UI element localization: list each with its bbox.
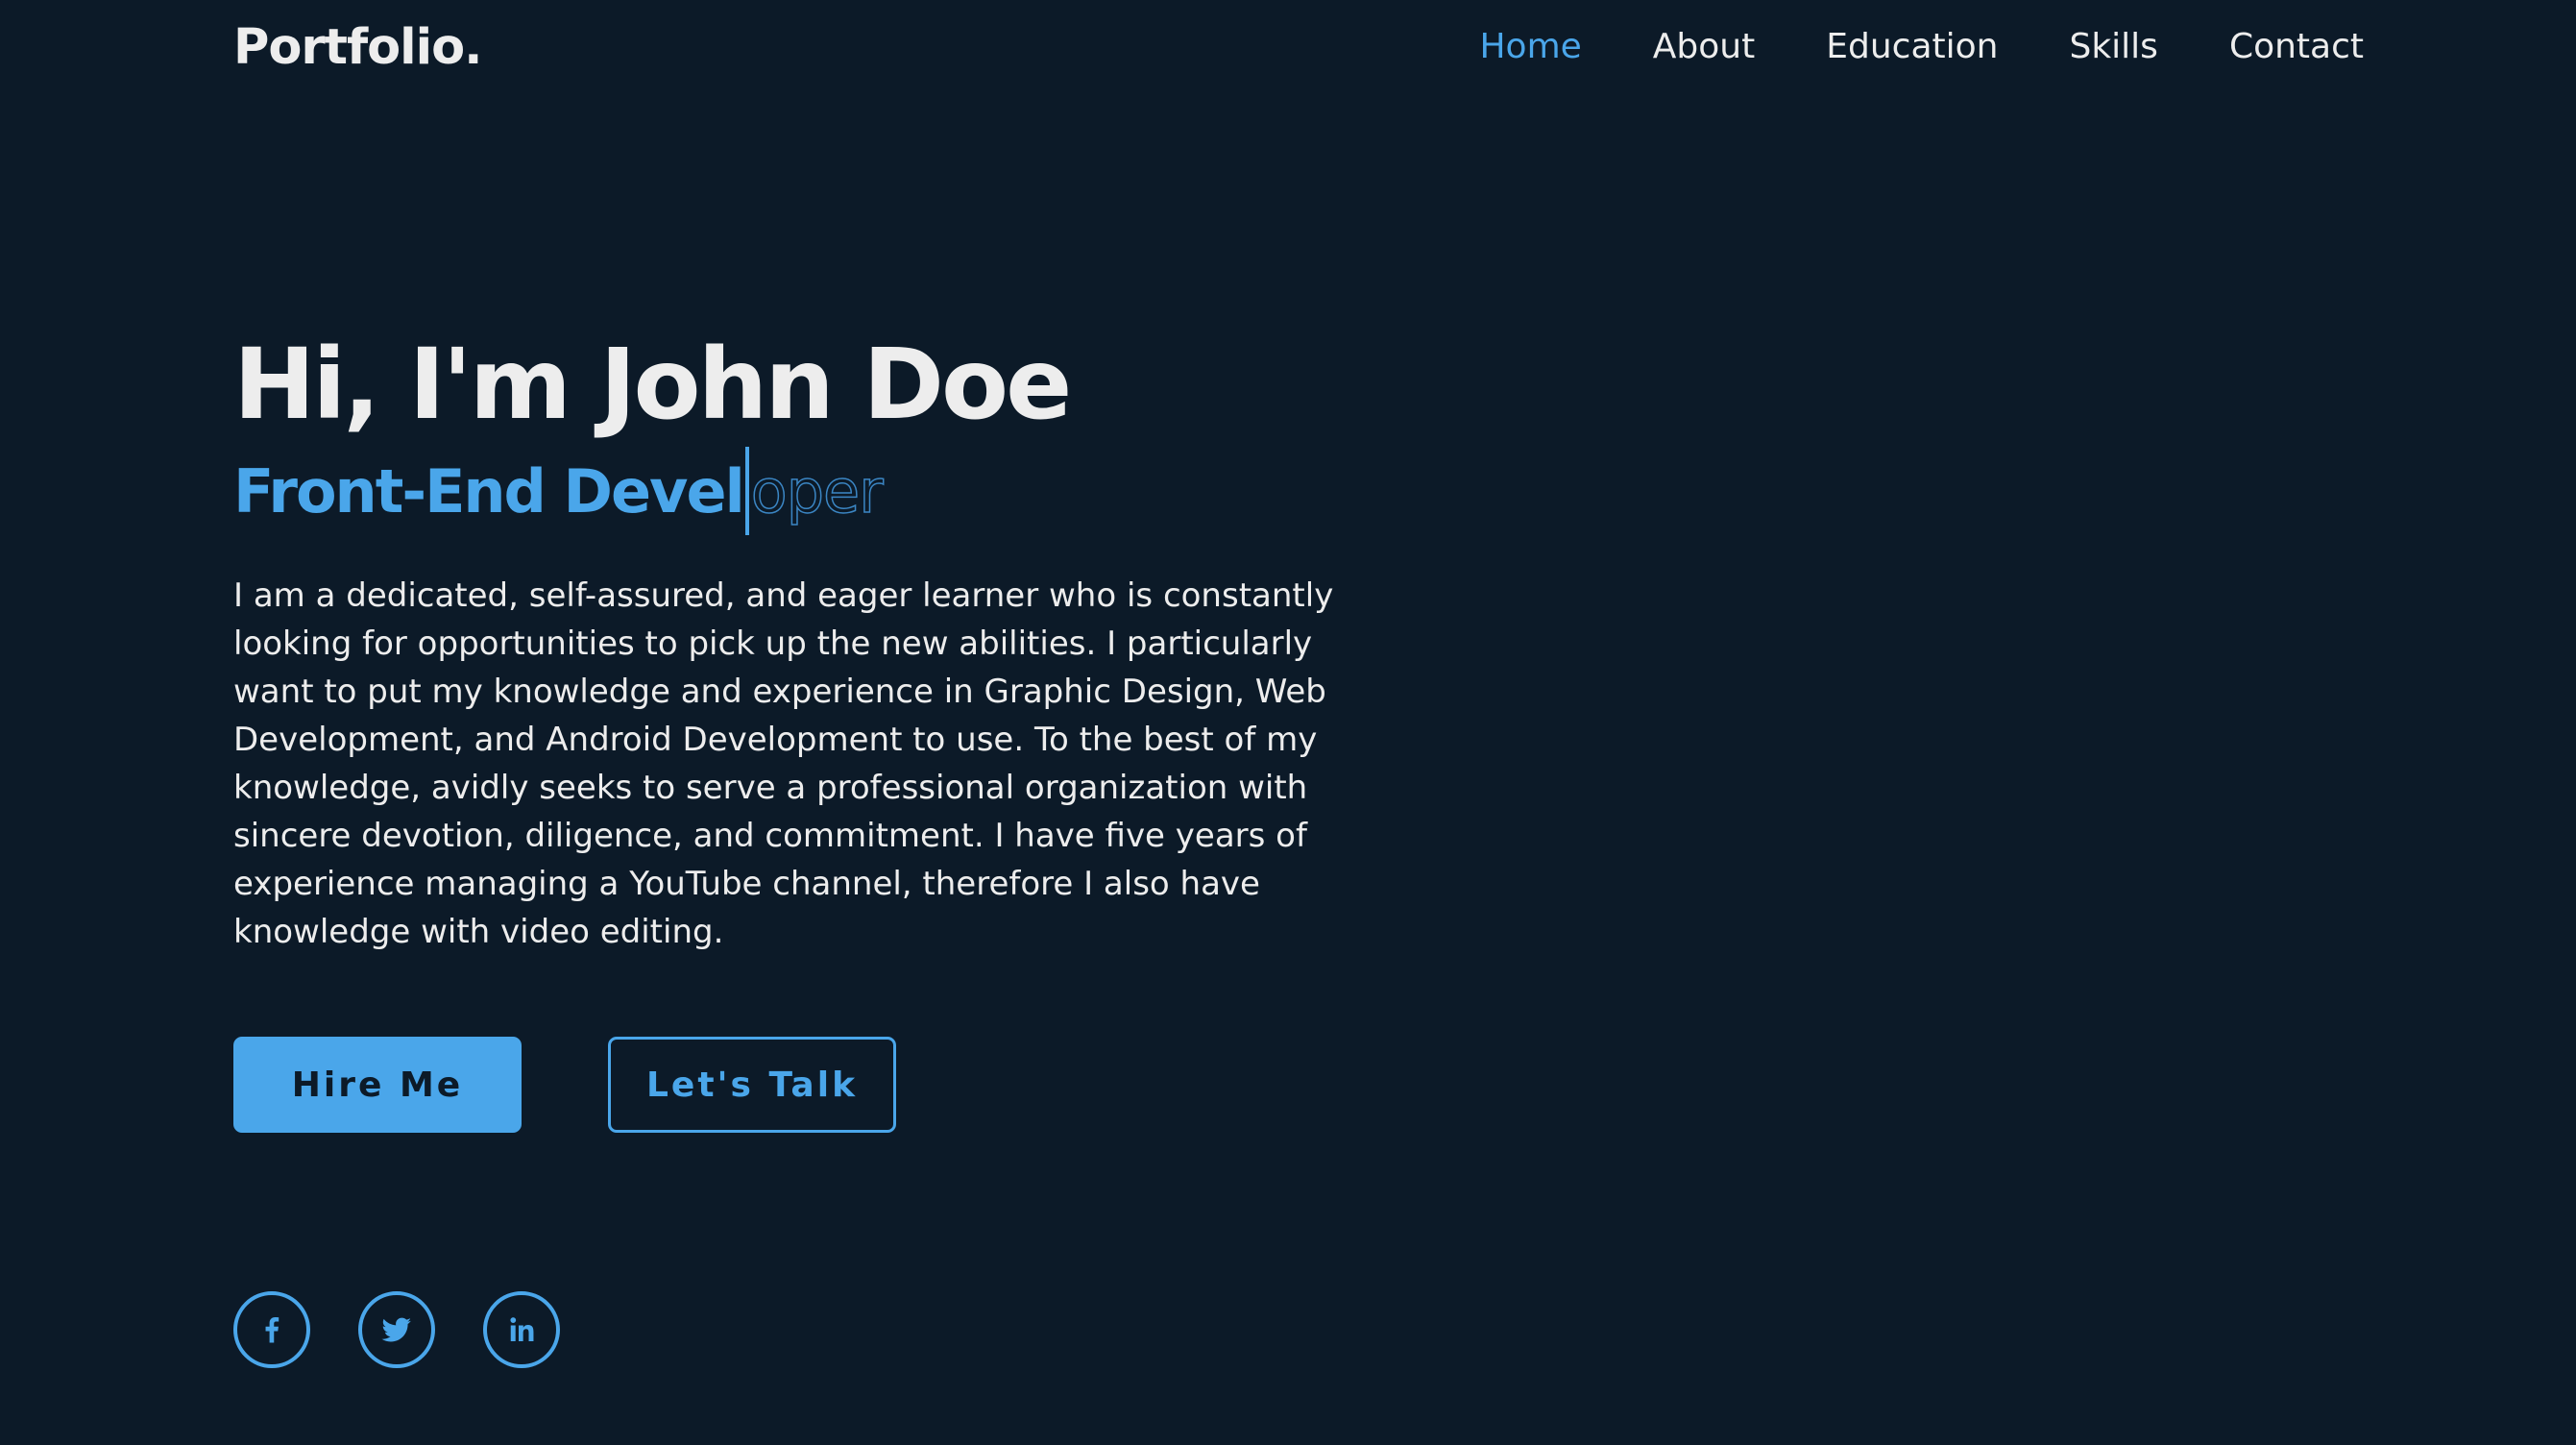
typing-caret (744, 447, 749, 536)
twitter-icon (381, 1317, 411, 1342)
hero-section: Hi, I'm John Doe Front-End Devel oper I … (233, 328, 1424, 1134)
twitter-link[interactable] (358, 1291, 435, 1368)
linkedin-icon (510, 1317, 534, 1341)
hero-greeting: Hi, I'm John Doe (233, 328, 1072, 442)
linkedin-link[interactable] (483, 1291, 560, 1368)
hero-role-typed: Front-End Devel (233, 455, 745, 527)
nav-skills[interactable]: Skills (2069, 27, 2157, 66)
hire-me-button[interactable]: Hire Me (233, 1037, 522, 1134)
nav-home[interactable]: Home (1479, 27, 1581, 66)
nav-about[interactable]: About (1653, 27, 1755, 66)
site-header: Portfolio. Home About Education Skills C… (0, 0, 2576, 106)
hero-buttons: Hire Me Let's Talk (233, 1037, 1424, 1134)
hero-role-remaining: oper (750, 455, 884, 527)
site-logo[interactable]: Portfolio. (233, 19, 483, 76)
hero-description: I am a dedicated, self-assured, and eage… (233, 576, 1334, 952)
lets-talk-button[interactable]: Let's Talk (608, 1037, 896, 1134)
nav-contact[interactable]: Contact (2229, 27, 2364, 66)
social-links (233, 1291, 560, 1368)
main-nav: Home About Education Skills Contact (1479, 27, 2364, 66)
facebook-icon (265, 1316, 279, 1343)
nav-education[interactable]: Education (1826, 27, 1998, 66)
facebook-link[interactable] (233, 1291, 310, 1368)
hero-role: Front-End Devel oper (233, 447, 1424, 536)
